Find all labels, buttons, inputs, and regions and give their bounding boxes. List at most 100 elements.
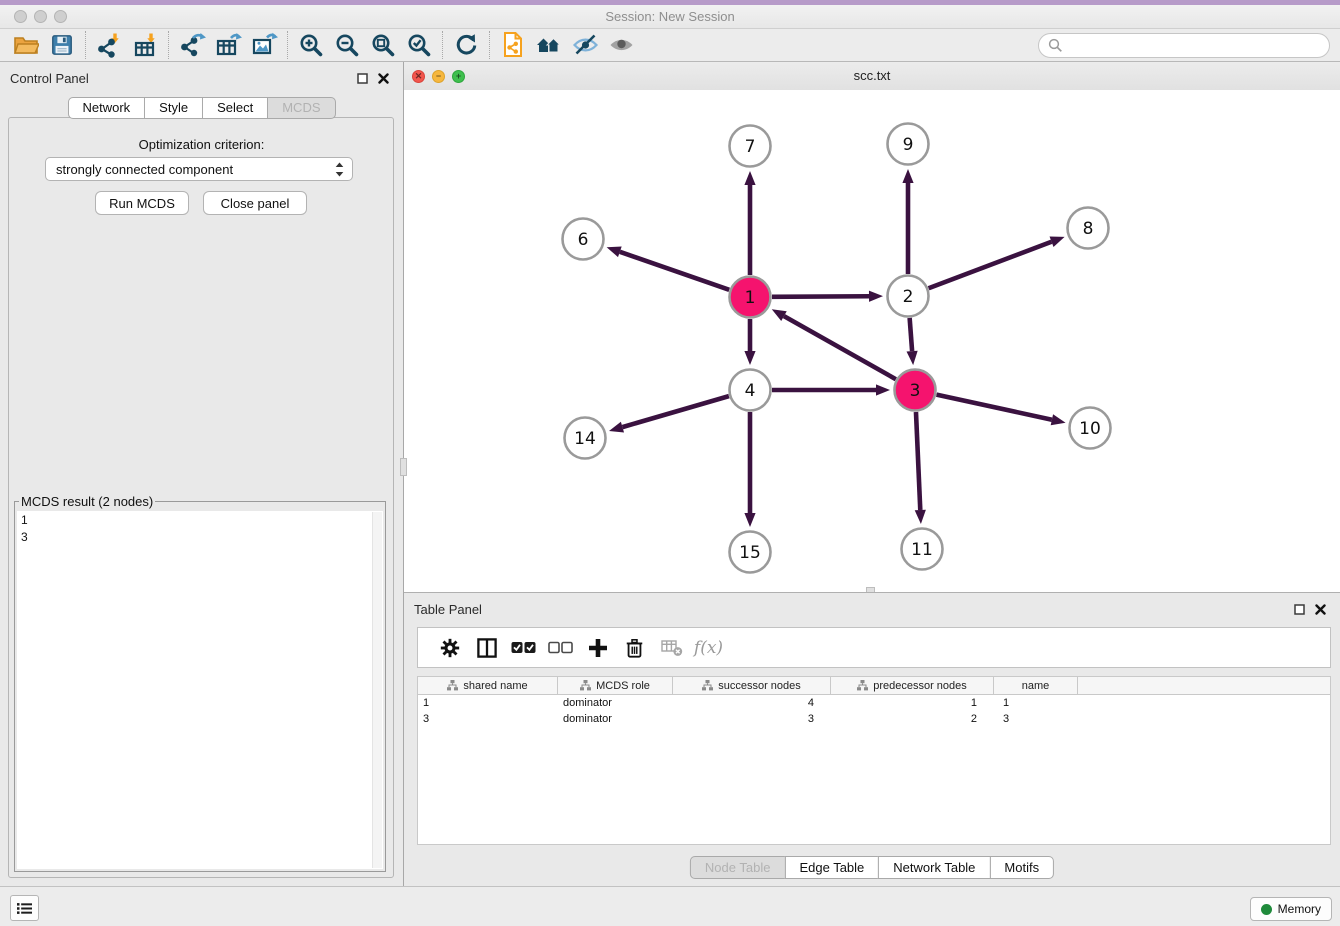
refresh-button[interactable] <box>448 30 484 60</box>
unchecked-boxes-icon <box>548 641 573 654</box>
column-header-label: predecessor nodes <box>873 680 967 692</box>
search-box <box>1038 33 1330 58</box>
close-panel-button[interactable] <box>377 72 389 84</box>
export-table-button[interactable] <box>210 30 246 60</box>
status-bar: Memory <box>0 886 1340 926</box>
criterion-dropdown-value: strongly connected component <box>56 162 335 177</box>
import-network-button[interactable] <box>91 30 127 60</box>
open-session-button[interactable] <box>8 30 44 60</box>
function-builder-button[interactable]: f(x) <box>690 633 727 663</box>
zoom-in-button[interactable] <box>293 30 329 60</box>
run-mcds-button[interactable]: Run MCDS <box>95 191 189 215</box>
network-graph[interactable]: 7968124314101511 <box>404 90 1340 592</box>
tab-edge-table[interactable]: Edge Table <box>784 856 879 879</box>
search-input[interactable] <box>1063 37 1329 54</box>
graph-edge-4-14[interactable] <box>622 396 728 427</box>
zoom-fit-button[interactable] <box>365 30 401 60</box>
tab-motifs[interactable]: Motifs <box>989 856 1054 879</box>
table-cell[interactable]: 3 <box>673 711 831 727</box>
column-header-successor-nodes[interactable]: successor nodes <box>673 677 831 694</box>
graph-edge-3-1[interactable] <box>784 316 896 379</box>
graph-edge-3-11[interactable] <box>916 412 920 510</box>
table-cell[interactable]: 2 <box>831 711 994 727</box>
table-cell[interactable]: dominator <box>558 711 673 727</box>
criterion-dropdown[interactable]: strongly connected component <box>45 157 353 181</box>
create-column-button[interactable] <box>579 633 616 663</box>
delete-table-button[interactable] <box>653 633 690 663</box>
toolbar-separator <box>287 31 288 59</box>
import-table-button[interactable] <box>127 30 163 60</box>
destroy-network-button[interactable] <box>495 30 531 60</box>
graph-node-label: 6 <box>578 230 589 250</box>
open-folder-icon <box>13 33 39 57</box>
hide-selected-button[interactable] <box>567 30 603 60</box>
mcds-result-area[interactable]: 13 <box>17 511 383 869</box>
toggle-panel-button[interactable] <box>468 633 505 663</box>
table-cell[interactable]: 1 <box>994 695 1078 711</box>
app-window: Session: New Session Control Panel <box>0 0 1340 926</box>
graph-edge-arrow <box>1050 237 1065 247</box>
control-panel: Control Panel Network Style Select MCDS … <box>0 62 404 886</box>
table-cell[interactable]: dominator <box>558 695 673 711</box>
graph-node-label: 7 <box>745 137 756 157</box>
memory-button[interactable]: Memory <box>1250 897 1332 921</box>
close-panel-action-button[interactable]: Close panel <box>203 191 307 215</box>
tab-network-table[interactable]: Network Table <box>878 856 990 879</box>
column-type-icon <box>857 680 868 691</box>
column-settings-button[interactable] <box>431 633 468 663</box>
tab-style[interactable]: Style <box>144 97 203 119</box>
table-cell[interactable]: 3 <box>994 711 1078 727</box>
tab-network[interactable]: Network <box>67 97 145 119</box>
table-cell[interactable]: 1 <box>831 695 994 711</box>
graph-node-label: 9 <box>903 135 914 155</box>
toolbar-separator <box>168 31 169 59</box>
result-scrollbar[interactable] <box>372 512 382 868</box>
zoom-selected-button[interactable] <box>401 30 437 60</box>
column-header-shared-name[interactable]: shared name <box>418 677 558 694</box>
clear-checkboxes-button[interactable] <box>542 633 579 663</box>
float-panel-button[interactable] <box>356 72 368 84</box>
houses-icon <box>535 33 563 57</box>
tab-mcds[interactable]: MCDS <box>267 97 335 119</box>
show-all-button[interactable] <box>603 30 639 60</box>
column-type-icon <box>580 680 591 691</box>
export-image-button[interactable] <box>246 30 282 60</box>
graph-edge-arrow <box>609 422 624 433</box>
home-button[interactable] <box>531 30 567 60</box>
table-cell[interactable]: 3 <box>418 711 558 727</box>
delete-columns-button[interactable] <box>616 633 653 663</box>
graph-edge-2-8[interactable] <box>929 242 1052 288</box>
fx-icon: f(x) <box>694 638 723 658</box>
network-canvas[interactable]: 7968124314101511 <box>404 90 1340 592</box>
task-history-button[interactable] <box>10 895 39 921</box>
import-table-icon <box>132 32 158 58</box>
plus-icon <box>587 637 609 659</box>
float-table-panel-button[interactable] <box>1293 603 1305 615</box>
splitter-handle-left[interactable] <box>400 458 407 476</box>
select-all-checkboxes-button[interactable] <box>505 633 542 663</box>
table-row[interactable]: 1dominator411 <box>418 695 1330 711</box>
export-network-button[interactable] <box>174 30 210 60</box>
graph-edge-arrow <box>744 513 755 527</box>
zoom-out-button[interactable] <box>329 30 365 60</box>
save-session-button[interactable] <box>44 30 80 60</box>
table-cell[interactable]: 4 <box>673 695 831 711</box>
table-cell[interactable]: 1 <box>418 695 558 711</box>
column-header-MCDS-role[interactable]: MCDS role <box>558 677 673 694</box>
close-table-panel-button[interactable] <box>1314 603 1326 615</box>
column-header-predecessor-nodes[interactable]: predecessor nodes <box>831 677 994 694</box>
zoom-fit-icon <box>370 32 396 58</box>
graph-edge-1-6[interactable] <box>620 252 729 290</box>
graph-edge-1-2[interactable] <box>772 296 869 297</box>
save-icon <box>50 33 74 57</box>
table-row[interactable]: 3dominator323 <box>418 711 1330 727</box>
tab-node-table[interactable]: Node Table <box>690 856 786 879</box>
graph-edge-3-10[interactable] <box>936 395 1051 420</box>
column-header-name[interactable]: name <box>994 677 1078 694</box>
tab-select[interactable]: Select <box>202 97 268 119</box>
graph-edge-2-3[interactable] <box>910 318 912 351</box>
list-icon <box>17 901 32 916</box>
mcds-result-line: 3 <box>21 529 379 546</box>
graph-node-label: 14 <box>574 429 596 449</box>
gear-icon <box>439 637 461 659</box>
